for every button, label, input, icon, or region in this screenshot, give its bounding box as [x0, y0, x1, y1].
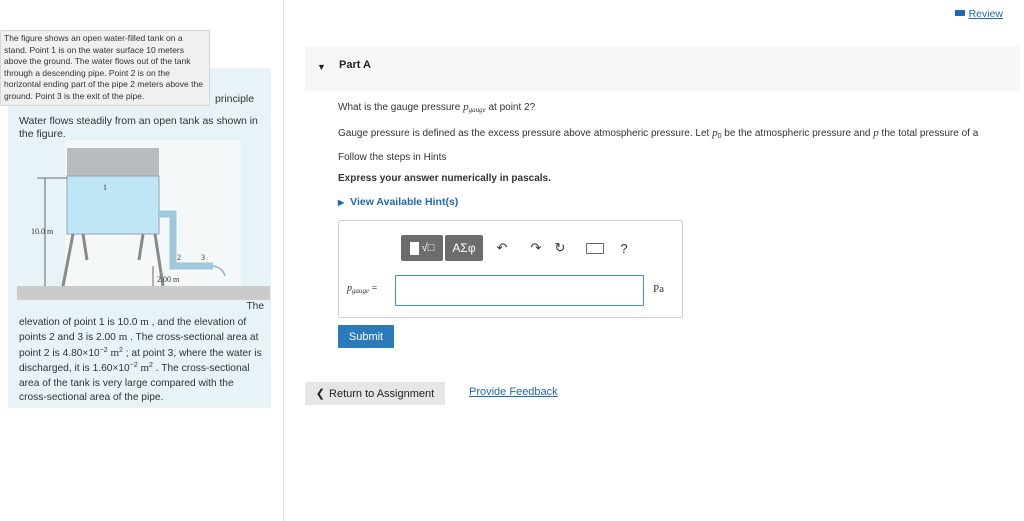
problem-intro: Water flows steadily from an open tank a…: [19, 115, 258, 140]
pipe-height-label: 2.00 m: [157, 275, 180, 284]
follow-hints-text: Follow the steps in Hints: [338, 152, 447, 163]
point-3-label: 3: [201, 253, 205, 262]
tank-figure: 10.0 m 2.00 m 1 2 3: [17, 140, 270, 300]
expand-triangle-icon: ▶: [338, 198, 345, 207]
chevron-left-icon: ❮: [315, 388, 326, 400]
return-to-assignment-button[interactable]: ❮ Return to Assignment: [305, 382, 445, 405]
point-2-label: 2: [177, 253, 181, 262]
review-link[interactable]: Review: [954, 8, 1003, 20]
ground: [17, 286, 270, 300]
help-icon[interactable]: ?: [615, 239, 633, 257]
book-icon: [954, 10, 965, 16]
height-label: 10.0 m: [31, 227, 54, 236]
question-text: What is the gauge pressure pgauge at poi…: [338, 101, 536, 114]
tooltip-text: The figure shows an open water-filled ta…: [4, 33, 203, 101]
principle-text: principle: [215, 93, 255, 105]
unit-label: Pa: [653, 283, 664, 295]
undo-icon[interactable]: ↶: [493, 239, 511, 257]
column-divider: [283, 0, 284, 521]
collapse-caret-icon[interactable]: ▼: [317, 62, 326, 72]
figure-tooltip: The figure shows an open water-filled ta…: [0, 30, 210, 106]
tank-top: [67, 148, 159, 178]
provide-feedback-link[interactable]: Provide Feedback: [469, 386, 558, 398]
redo-icon[interactable]: ↷: [527, 239, 545, 257]
answer-label: pgauge =: [347, 283, 378, 295]
part-title: Part A: [339, 59, 371, 71]
desc-the: The: [246, 301, 264, 312]
view-hints-link[interactable]: ▶ View Available Hint(s): [338, 196, 458, 208]
point-1-label: 1: [103, 183, 107, 192]
submit-button[interactable]: Submit: [338, 325, 394, 348]
reset-icon[interactable]: ↻: [551, 239, 569, 257]
answer-input[interactable]: [395, 275, 644, 306]
part-a-header[interactable]: ▼ Part A: [305, 46, 1020, 91]
answer-box: √□ ΑΣφ ↶ ↷ ↻ ? pgauge = Pa: [338, 220, 683, 318]
templates-button[interactable]: √□: [401, 235, 443, 261]
instruction-text: Express your answer numerically in pasca…: [338, 173, 551, 184]
greek-symbols-button[interactable]: ΑΣφ: [445, 235, 483, 261]
keyboard-icon[interactable]: [584, 239, 606, 257]
problem-description: The elevation of point 1 is 10.0 m , and…: [19, 301, 264, 403]
gauge-definition: Gauge pressure is defined as the excess …: [338, 127, 979, 140]
tank-water: [66, 175, 160, 235]
